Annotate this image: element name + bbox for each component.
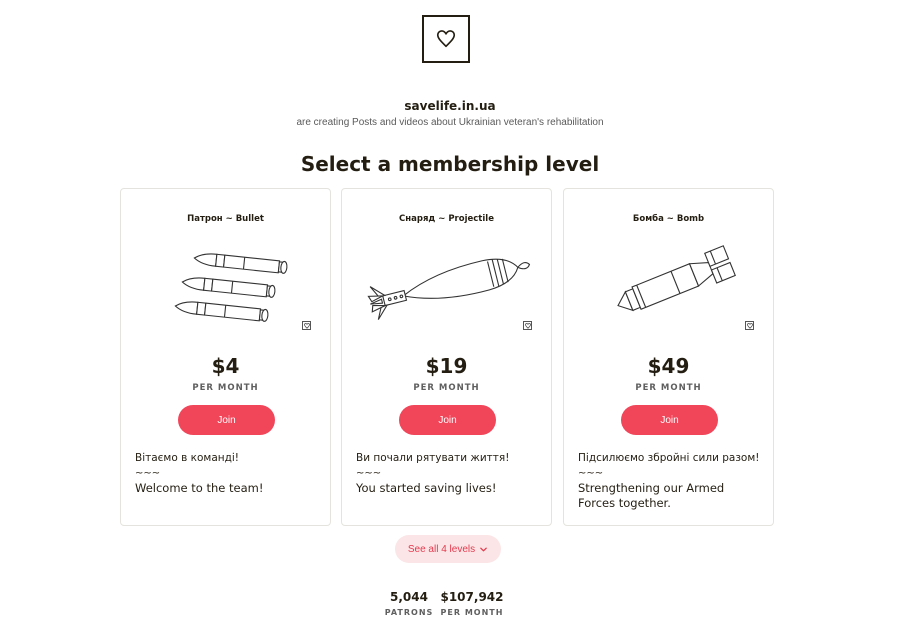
creator-name: savelife.in.ua [404,99,496,113]
tier-period: PER MONTH [192,383,259,393]
tier-period: PER MONTH [413,383,480,393]
mortar-shell-illustration [342,235,551,335]
tier-price: $19 [425,354,468,378]
see-all-label: See all 4 levels [407,543,476,555]
see-all-levels-button[interactable]: See all 4 levels [395,535,501,563]
tier-desc-uk: Підсилюємо збройні сили разом! [578,452,760,464]
creator-logo[interactable] [422,15,470,63]
tier-card-bomb: Бомба ~ Bomb $49 PER MONTH Join Підсилює… [563,188,774,526]
tier-name: Снаряд ~ Projectile [399,214,494,224]
stat-per-month: $107,942 PER MONTH [438,590,506,617]
tier-description: Вітаємо в команді! ~~~ Welcome to the te… [135,451,318,496]
patreon-badge-icon [523,321,532,330]
stat-patrons: 5,044 PATRONS [380,590,438,617]
tier-desc-uk: Вітаємо в команді! [135,452,240,464]
tier-desc-uk: Ви почали рятувати життя! [356,452,510,464]
tier-card-projectile: Снаряд ~ Projectile $19 PER MONTH Join В… [341,188,552,526]
tier-desc-en: Welcome to the team! [135,481,264,495]
stat-value: $107,942 [440,590,504,604]
tier-description: Ви почали рятувати життя! ~~~ You starte… [356,451,539,496]
tier-price: $4 [211,354,240,378]
tier-desc-separator: ~~~ [578,468,604,479]
section-title: Select a membership level [300,152,600,176]
stat-value: 5,044 [390,590,428,604]
tier-desc-separator: ~~~ [356,468,382,479]
stat-label: PER MONTH [440,608,504,617]
tier-card-bullet: Патрон ~ Bullet $4 PER MONTH Join Вітаєм… [120,188,331,526]
aerial-bomb-illustration [564,235,773,335]
chevron-down-icon [480,547,487,551]
stat-label: PATRONS [384,608,434,617]
join-button[interactable]: Join [178,405,275,435]
patreon-badge-icon [302,321,311,330]
bullets-illustration [121,235,330,335]
tier-price: $49 [647,354,690,378]
tier-desc-en: Strengthening our Armed Forces together. [578,481,725,510]
patreon-badge-icon [745,321,754,330]
tier-name: Патрон ~ Bullet [187,214,264,224]
tier-description: Підсилюємо збройні сили разом! ~~~ Stren… [578,451,761,511]
tier-desc-separator: ~~~ [135,468,161,479]
tier-desc-en: You started saving lives! [356,481,497,495]
creator-description: are creating Posts and videos about Ukra… [296,117,604,128]
join-button[interactable]: Join [621,405,718,435]
join-button[interactable]: Join [399,405,496,435]
tier-period: PER MONTH [635,383,702,393]
tier-name: Бомба ~ Bomb [632,214,705,224]
heart-outline-icon [436,30,456,48]
